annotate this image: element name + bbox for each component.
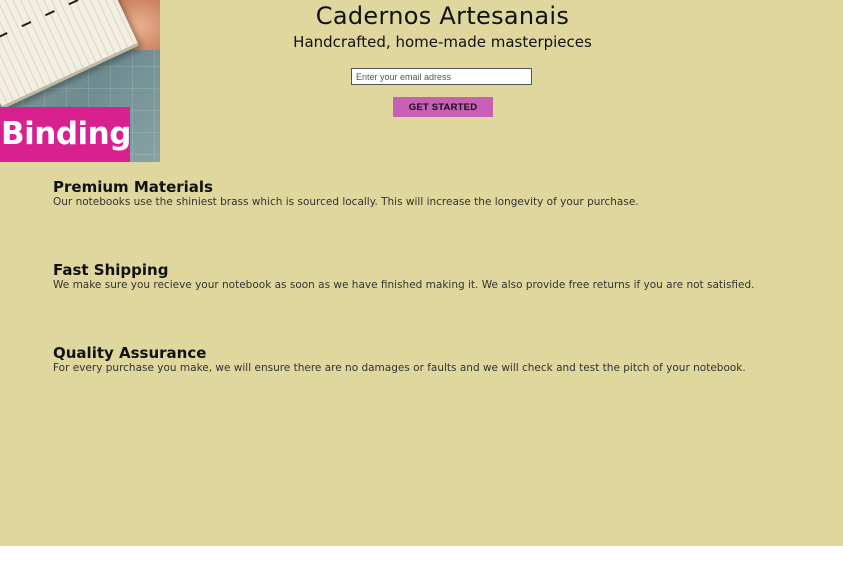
feature-title: Fast Shipping — [53, 261, 169, 279]
brand-title: Cadernos Artesanais — [315, 2, 570, 30]
feature-title: Premium Materials — [53, 178, 213, 196]
get-started-button[interactable]: GET STARTED — [393, 97, 493, 117]
email-input[interactable] — [351, 68, 532, 85]
feature-description: For every purchase you make, we will ens… — [53, 362, 746, 374]
feature-fast-shipping: Fast Shipping We make sure you recieve y… — [53, 262, 755, 292]
tagline: Handcrafted, home-made masterpieces — [293, 33, 592, 51]
feature-title: Quality Assurance — [53, 344, 207, 362]
page-container: Binding Cadernos Artesanais Handcrafted,… — [0, 0, 843, 546]
hero-banner-label: Binding — [0, 107, 131, 162]
feature-description: We make sure you recieve your notebook a… — [53, 279, 755, 291]
feature-quality-assurance: Quality Assurance For every purchase you… — [53, 345, 746, 375]
feature-premium-materials: Premium Materials Our notebooks use the … — [53, 179, 639, 209]
feature-description: Our notebooks use the shiniest brass whi… — [53, 196, 639, 208]
